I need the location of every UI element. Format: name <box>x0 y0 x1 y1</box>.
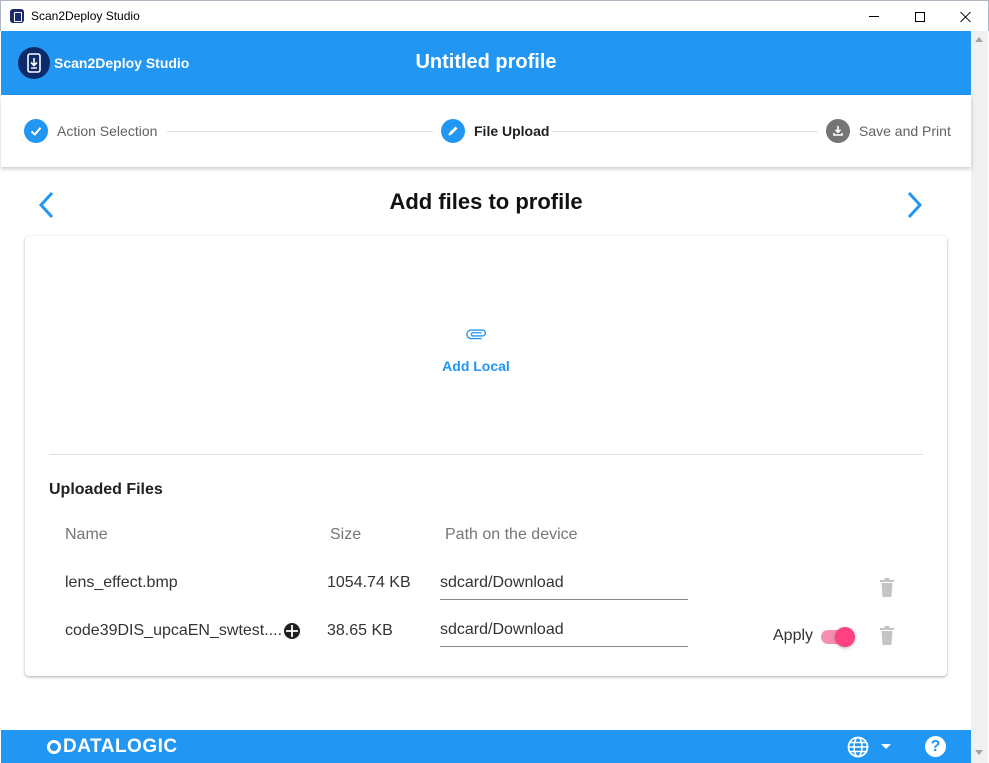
help-button[interactable]: ? <box>925 736 946 757</box>
download-tray-icon <box>826 119 850 143</box>
minimize-icon <box>869 16 879 17</box>
divider <box>49 454 923 455</box>
profile-title: Untitled profile <box>415 51 557 73</box>
files-card: Add Local Uploaded Files Name Size Path … <box>25 236 947 676</box>
add-local-label: Add Local <box>442 358 510 374</box>
minimize-button[interactable] <box>851 1 897 32</box>
app-icon <box>10 9 24 23</box>
scrollbar-thumb[interactable] <box>973 48 986 738</box>
step-connector <box>552 131 818 132</box>
app-footer: DATALOGIC ? <box>1 730 971 763</box>
apply-label: Apply <box>773 627 814 644</box>
paperclip-icon <box>466 329 487 340</box>
window-titlebar: Scan2Deploy Studio <box>0 0 989 31</box>
maximize-button[interactable] <box>897 1 943 32</box>
chevron-right-icon <box>907 191 923 219</box>
step-label: Save and Print <box>859 123 951 139</box>
logo-text: DATALOGIC <box>63 736 178 757</box>
step-connector <box>167 131 433 132</box>
page-title: Add files to profile <box>389 189 583 214</box>
maximize-icon <box>915 11 925 22</box>
scroll-down-icon[interactable] <box>975 750 983 755</box>
add-local-button[interactable]: Add Local <box>425 322 527 384</box>
scroll-up-icon[interactable] <box>975 37 983 42</box>
check-icon <box>24 119 48 143</box>
column-header-name: Name <box>65 526 108 543</box>
logo-ring-icon <box>47 740 61 754</box>
device-path-input[interactable]: sdcard/Download <box>440 572 688 600</box>
delete-button[interactable] <box>879 626 895 646</box>
window-title: Scan2Deploy Studio <box>31 9 140 23</box>
toggle-knob <box>835 627 855 647</box>
stepper: Action Selection File Upload Save and Pr… <box>1 95 971 167</box>
next-button[interactable] <box>904 190 924 220</box>
file-size: 38.65 KB <box>327 622 393 639</box>
close-button[interactable] <box>943 1 989 32</box>
file-name: code39DIS_upcaEN_swtest.... <box>65 622 283 639</box>
step-action-selection[interactable]: Action Selection <box>24 119 157 143</box>
device-path-input[interactable]: sdcard/Download <box>440 619 688 647</box>
chevron-down-icon[interactable] <box>881 744 891 749</box>
file-name: lens_effect.bmp <box>65 574 178 591</box>
trash-icon <box>880 626 894 645</box>
uploaded-files-title: Uploaded Files <box>49 481 163 498</box>
app-header: Scan2Deploy Studio Untitled profile <box>1 31 971 95</box>
file-size: 1054.74 KB <box>327 574 411 591</box>
step-save-and-print[interactable]: Save and Print <box>826 119 951 143</box>
column-header-size: Size <box>330 526 362 543</box>
pencil-icon <box>441 119 465 143</box>
globe-icon <box>847 736 869 758</box>
step-file-upload[interactable]: File Upload <box>441 119 549 143</box>
column-header-path: Path on the device <box>445 526 578 543</box>
step-label: File Upload <box>474 123 550 139</box>
trash-icon <box>880 578 894 597</box>
apply-toggle[interactable] <box>821 626 857 648</box>
crosshair-info-icon[interactable] <box>283 622 301 640</box>
delete-button[interactable] <box>879 578 895 598</box>
step-label: Action Selection <box>57 123 158 139</box>
language-button[interactable] <box>847 736 869 758</box>
datalogic-logo: DATALOGIC <box>47 736 178 758</box>
close-icon <box>960 11 972 23</box>
